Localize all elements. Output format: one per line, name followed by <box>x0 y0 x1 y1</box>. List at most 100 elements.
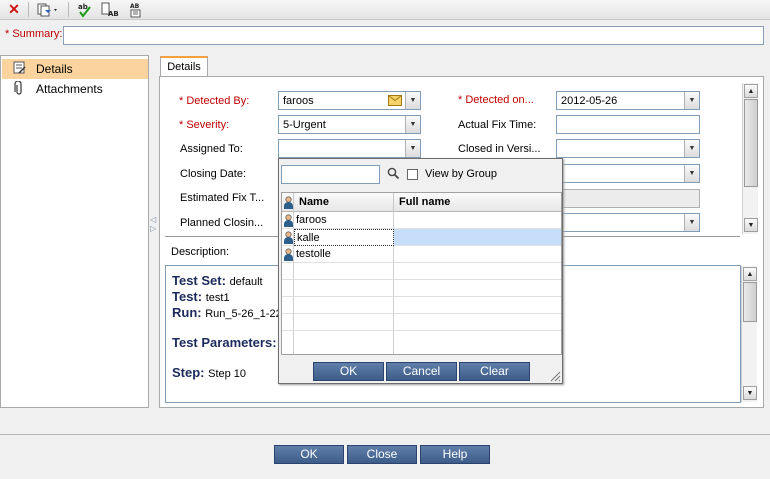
planned-closing-label: Planned Closin... <box>180 217 264 229</box>
ok-button[interactable]: OK <box>274 445 344 464</box>
severity-label: * Severity: <box>179 119 230 131</box>
svg-text:AB: AB <box>130 3 140 10</box>
severity-field[interactable]: 5-Urgent <box>278 115 421 134</box>
column-header-full-name[interactable]: Full name <box>394 193 561 212</box>
thesaurus-icon[interactable]: AB <box>126 1 146 18</box>
chevron-down-icon[interactable]: ▼ <box>405 116 420 133</box>
view-by-group-checkbox[interactable] <box>407 169 418 180</box>
summary-input[interactable] <box>63 26 764 45</box>
popup-cancel-button[interactable]: Cancel <box>386 362 457 381</box>
assigned-to-label: Assigned To: <box>180 143 243 155</box>
desc-line-test: Test: test1 <box>172 289 230 304</box>
description-label: Description: <box>171 246 230 258</box>
person-icon <box>284 248 293 261</box>
actual-fix-time-label: Actual Fix Time: <box>458 119 537 131</box>
calendar-dropdown-icon[interactable]: ▼ <box>684 92 699 109</box>
scroll-thumb[interactable] <box>744 99 758 187</box>
row-icon-cell <box>282 246 294 263</box>
chevron-down-icon[interactable]: ▼ <box>405 92 420 109</box>
user-search-input[interactable] <box>281 165 380 184</box>
tab-details[interactable]: Details <box>160 56 208 76</box>
resize-grip-icon[interactable] <box>549 370 561 385</box>
chevron-down-icon[interactable]: ▼ <box>684 165 699 182</box>
scroll-down-icon[interactable]: ▼ <box>744 218 758 232</box>
user-full-name <box>394 212 561 229</box>
detected-on-field[interactable]: 2012-05-26 <box>556 91 700 110</box>
user-row[interactable]: testolle <box>282 246 561 263</box>
empty-row <box>282 314 561 331</box>
scroll-thumb[interactable] <box>743 282 757 322</box>
svg-text:AB: AB <box>108 10 119 18</box>
svg-text:ab: ab <box>78 3 88 11</box>
person-icon <box>284 231 293 244</box>
user-name: faroos <box>294 212 394 229</box>
summary-label: * Summary: <box>5 28 63 40</box>
delete-icon[interactable]: ✕ <box>4 1 24 18</box>
user-name: kalle <box>294 229 394 246</box>
chevron-down-icon[interactable]: ▼ <box>684 214 699 231</box>
user-row-selected[interactable]: kalle <box>282 229 561 246</box>
right-field-4 <box>556 189 700 208</box>
column-header-name[interactable]: Name <box>294 193 394 212</box>
spell-check-icon[interactable]: ab <box>76 1 94 18</box>
estimated-fix-label: Estimated Fix T... <box>180 192 265 204</box>
view-by-group-label: View by Group <box>425 168 497 180</box>
close-button[interactable]: Close <box>347 445 417 464</box>
user-grid: Name Full name faroos kalle testolle <box>281 192 562 355</box>
actual-fix-time-field[interactable] <box>556 115 700 134</box>
details-icon <box>12 61 26 77</box>
empty-row <box>282 280 561 297</box>
paperclip-icon <box>12 79 26 98</box>
splitter-toggle[interactable]: ◁ ▷ <box>150 215 158 245</box>
right-field-3[interactable] <box>556 164 700 183</box>
scroll-up-icon[interactable]: ▲ <box>744 84 758 98</box>
scroll-down-icon[interactable]: ▼ <box>743 386 757 400</box>
detected-by-label: * Detected By: <box>179 95 250 107</box>
person-icon <box>284 196 293 209</box>
spell-options-icon[interactable]: AB <box>100 1 120 18</box>
detected-by-value: faroos <box>283 95 314 107</box>
user-full-name <box>394 229 561 246</box>
person-icon <box>284 214 293 227</box>
chevron-down-icon[interactable]: ▼ <box>684 140 699 157</box>
user-picker-popup: View by Group Name Full name faroos kall… <box>278 158 563 384</box>
row-icon-cell <box>282 212 294 229</box>
toolbar-separator <box>68 2 69 17</box>
footer-divider <box>0 434 770 435</box>
user-name: testolle <box>294 246 394 263</box>
scroll-up-icon[interactable]: ▲ <box>743 267 757 281</box>
copy-dropdown-icon[interactable] <box>34 1 62 18</box>
row-icon-cell <box>282 229 294 246</box>
sidebar-item-details[interactable]: Details <box>2 59 148 79</box>
grid-header-icon <box>282 193 294 212</box>
closed-in-version-field[interactable] <box>556 139 700 158</box>
desc-line-test-parameters: Test Parameters: <box>172 335 277 350</box>
chevron-down-icon[interactable]: ▼ <box>405 140 420 157</box>
desc-line-test-set: Test Set: default <box>172 273 263 288</box>
popup-ok-button[interactable]: OK <box>313 362 384 381</box>
toolbar-separator <box>28 2 29 17</box>
description-scrollbar[interactable]: ▲ ▼ <box>741 266 757 402</box>
closing-date-label: Closing Date: <box>180 168 247 180</box>
user-row[interactable]: faroos <box>282 212 561 229</box>
desc-line-step: Step: Step 10 <box>172 365 247 380</box>
empty-row <box>282 331 561 354</box>
form-scrollbar[interactable]: ▲ ▼ <box>742 83 758 234</box>
detected-on-value: 2012-05-26 <box>561 95 618 107</box>
sidebar-item-label: Details <box>36 62 73 76</box>
closed-in-version-label: Closed in Versi... <box>458 143 541 155</box>
user-full-name <box>394 246 561 263</box>
email-icon[interactable] <box>386 93 404 108</box>
toolbar: ✕ ab AB AB <box>0 0 770 20</box>
popup-clear-button[interactable]: Clear <box>459 362 530 381</box>
empty-row <box>282 297 561 314</box>
help-button[interactable]: Help <box>420 445 490 464</box>
sidebar: Details Attachments <box>0 55 149 408</box>
sidebar-item-attachments[interactable]: Attachments <box>2 79 148 99</box>
desc-line-run: Run: Run_5-26_1-22 <box>172 305 282 320</box>
sidebar-item-label: Attachments <box>36 82 103 96</box>
right-field-5[interactable] <box>556 213 700 232</box>
search-icon[interactable] <box>387 167 400 183</box>
assigned-to-field[interactable] <box>278 139 421 158</box>
detected-on-label: * Detected on... <box>458 94 534 106</box>
